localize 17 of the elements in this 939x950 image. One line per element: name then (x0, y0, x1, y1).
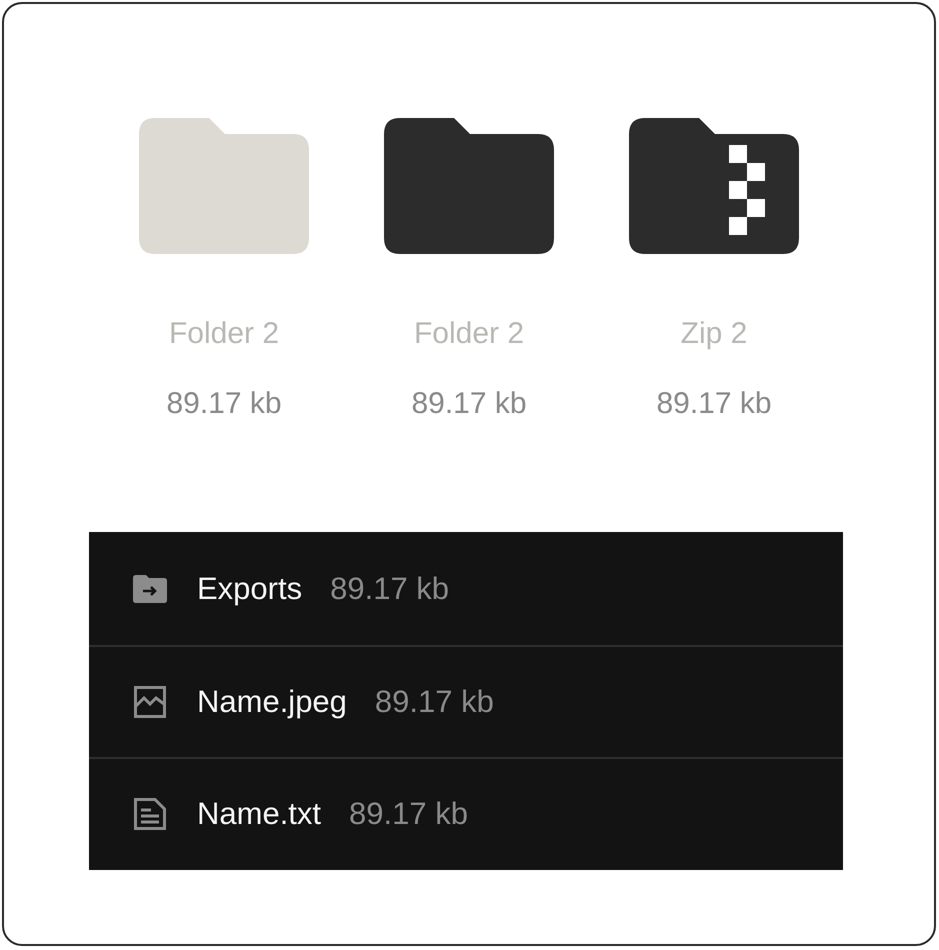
document-icon (134, 798, 166, 830)
folder-icon[interactable] (384, 118, 554, 254)
file-name: Folder 2 (168, 316, 280, 352)
file-name[interactable]: Name.jpeg (197, 684, 347, 720)
file-size: 89.17 kb (374, 684, 494, 720)
file-size: 89.17 kb (166, 386, 282, 422)
file-size: 89.17 kb (656, 386, 772, 422)
file-name[interactable]: Exports (197, 570, 302, 606)
folder-arrow-icon (133, 574, 167, 602)
file-size: 89.17 kb (330, 570, 450, 606)
file-name[interactable]: Name.txt (197, 796, 322, 832)
image-icon (134, 686, 166, 718)
file-name: Folder 2 (414, 316, 524, 352)
file-name: Zip 2 (680, 316, 748, 352)
zip-folder-icon[interactable] (629, 118, 799, 254)
file-size: 89.17 kb (411, 386, 527, 422)
file-size: 89.17 kb (349, 796, 468, 832)
